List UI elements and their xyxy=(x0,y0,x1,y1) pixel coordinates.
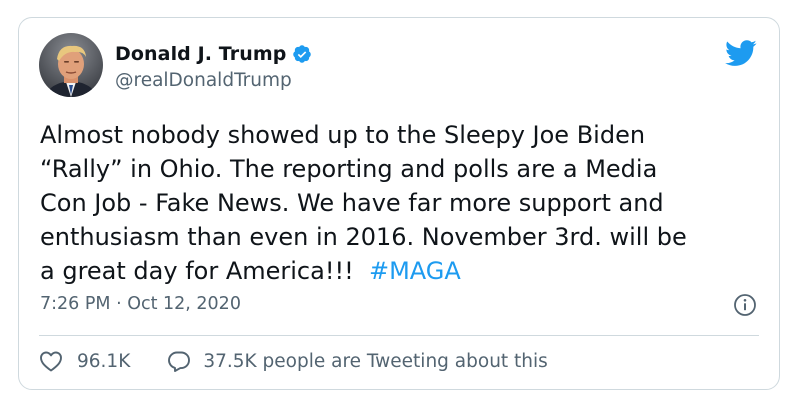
reply-bubble-icon xyxy=(167,349,191,373)
avatar[interactable] xyxy=(39,33,103,97)
author-name-row[interactable]: Donald J. Trump xyxy=(115,43,312,65)
like-count: 96.1K xyxy=(77,350,131,372)
tweet-card[interactable]: Donald J. Trump @realDonaldTrump Almost … xyxy=(18,17,780,390)
tweet-timestamp[interactable]: 7:26 PM · Oct 12, 2020 xyxy=(40,294,241,314)
tweet-body: Almost nobody showed up to the Sleepy Jo… xyxy=(40,121,687,285)
verified-badge-icon xyxy=(292,44,312,64)
tweeting-count: 37.5K people are Tweeting about this xyxy=(203,350,548,372)
avatar-image xyxy=(39,33,103,97)
tweeting-about-link[interactable]: 37.5K people are Tweeting about this xyxy=(167,349,548,373)
divider xyxy=(39,335,759,336)
author-name[interactable]: Donald J. Trump xyxy=(115,43,286,65)
hashtag-link[interactable]: #MAGA xyxy=(369,257,461,285)
author-handle[interactable]: @realDonaldTrump xyxy=(115,70,292,91)
like-button[interactable]: 96.1K xyxy=(39,350,130,372)
twitter-bird-icon[interactable] xyxy=(725,40,757,71)
tweet-actions: 96.1K 37.5K people are Tweeting about th… xyxy=(39,349,548,373)
tweet-text: Almost nobody showed up to the Sleepy Jo… xyxy=(40,118,770,288)
heart-icon xyxy=(39,350,63,372)
info-icon[interactable] xyxy=(733,293,757,321)
